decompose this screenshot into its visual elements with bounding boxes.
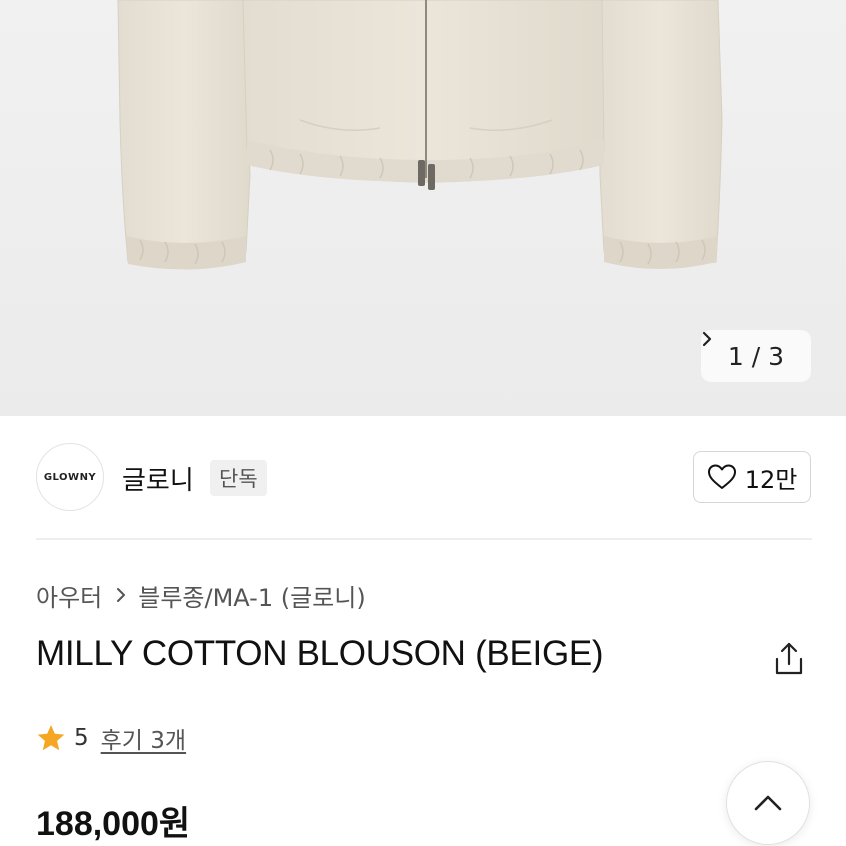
product-image[interactable]: 1 / 3 <box>0 0 846 416</box>
rating-score: 5 <box>74 725 89 751</box>
chevron-right-icon <box>117 588 126 602</box>
image-total: 3 <box>768 341 785 371</box>
review-count-link[interactable]: 후기 3개 <box>101 721 186 755</box>
heart-outline-icon <box>707 464 736 489</box>
image-separator: / <box>751 341 761 371</box>
like-button[interactable]: 12만 <box>693 451 811 503</box>
breadcrumb-item-blouson[interactable]: 블루종/MA-1 (글로니) <box>138 578 365 613</box>
breadcrumb-item-outer[interactable]: 아우터 <box>36 578 102 613</box>
image-current: 1 <box>727 341 744 371</box>
brand-logo-text: GLOWNY <box>43 471 97 483</box>
product-title: MILLY COTTON BLOUSON (BEIGE) <box>36 634 604 673</box>
product-price: 188,000원 <box>36 805 191 843</box>
rating-row: 5 후기 3개 <box>36 719 186 757</box>
scroll-top-button[interactable] <box>726 761 810 845</box>
chevron-right-icon <box>702 331 712 347</box>
star-icon <box>37 725 65 751</box>
chevron-up-icon <box>754 795 782 811</box>
image-counter[interactable]: 1 / 3 <box>701 330 811 382</box>
share-icon[interactable] <box>770 640 808 678</box>
brand-name[interactable]: 글로니 <box>122 460 194 497</box>
brand-row: GLOWNY 글로니 단독 12만 <box>36 443 812 511</box>
brand-logo[interactable]: GLOWNY <box>36 443 104 511</box>
like-count: 12만 <box>744 465 798 494</box>
exclusive-badge: 단독 <box>210 460 267 496</box>
breadcrumb: 아우터 블루종/MA-1 (글로니) <box>36 576 366 614</box>
section-divider <box>36 538 812 540</box>
